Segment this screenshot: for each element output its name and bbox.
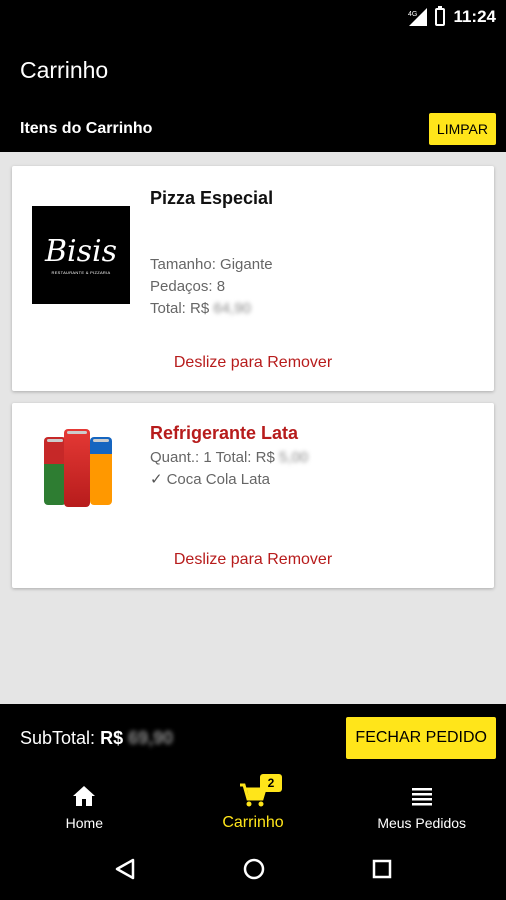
restaurant-logo: Bisis RESTAURANTE & PIZZARIA bbox=[32, 206, 130, 304]
subtotal-bar: SubTotal: R$ 69,90 FECHAR PEDIDO bbox=[0, 704, 506, 772]
battery-icon bbox=[435, 6, 446, 26]
bottom-nav: Home 2 Carrinho Meus Pedidos bbox=[0, 772, 506, 842]
item-qty-total: Quant.: 1 Total: R$ 5,00 bbox=[150, 447, 308, 469]
cart-item-card[interactable]: Refrigerante Lata Quant.: 1 Total: R$ 5,… bbox=[12, 403, 494, 588]
item-title: Refrigerante Lata bbox=[150, 423, 299, 443]
section-title: Itens do Carrinho bbox=[20, 120, 153, 137]
nav-item-cart[interactable]: 2 Carrinho bbox=[169, 772, 338, 842]
home-circle-icon[interactable] bbox=[242, 857, 266, 886]
page-title: Carrinho bbox=[20, 56, 109, 83]
item-details: Tamanho: Gigante Pedaços: 8 Total: R$ 64… bbox=[150, 254, 273, 320]
soda-can bbox=[64, 429, 90, 507]
subtotal-value: 69,90 bbox=[128, 727, 174, 748]
item-option: ✓ Coca Cola Lata bbox=[150, 469, 308, 491]
swipe-to-remove-hint: Deslize para Remover bbox=[173, 551, 333, 568]
soda-can bbox=[44, 437, 66, 505]
cart-list: Bisis RESTAURANTE & PIZZARIA Pizza Espec… bbox=[0, 152, 506, 704]
soda-cans-image bbox=[42, 429, 122, 511]
item-total-value: 64,90 bbox=[213, 300, 251, 317]
clear-cart-button[interactable]: LIMPAR bbox=[428, 113, 496, 145]
list-icon bbox=[411, 783, 433, 809]
subtotal-currency: R$ bbox=[100, 727, 124, 748]
item-total: Total: R$ 64,90 bbox=[150, 298, 273, 320]
item-option-label: Coca Cola Lata bbox=[166, 471, 270, 488]
item-details: Quant.: 1 Total: R$ 5,00 ✓ Coca Cola Lata bbox=[150, 447, 308, 491]
swipe-to-remove-hint: Deslize para Remover bbox=[173, 354, 333, 371]
soda-can bbox=[90, 437, 112, 505]
nav-label: Meus Pedidos bbox=[377, 815, 467, 831]
item-slices: Pedaços: 8 bbox=[150, 278, 226, 295]
nav-item-orders[interactable]: Meus Pedidos bbox=[337, 772, 506, 842]
check-icon: ✓ bbox=[150, 471, 163, 488]
home-icon bbox=[71, 783, 97, 809]
cart-icon: 2 bbox=[238, 774, 282, 808]
nav-label: Home bbox=[65, 815, 104, 831]
nav-item-home[interactable]: Home bbox=[0, 772, 169, 842]
nav-label: Carrinho bbox=[222, 814, 284, 831]
signal-icon: 4G bbox=[407, 8, 428, 26]
subtotal-label: SubTotal: bbox=[20, 727, 96, 748]
cart-item-card[interactable]: Bisis RESTAURANTE & PIZZARIA Pizza Espec… bbox=[12, 166, 494, 391]
svg-text:4G: 4G bbox=[408, 11, 417, 18]
item-total-value: 5,00 bbox=[278, 449, 309, 466]
checkout-button[interactable]: FECHAR PEDIDO bbox=[346, 717, 496, 759]
back-icon[interactable] bbox=[113, 857, 137, 886]
item-qty-total-label: Quant.: 1 Total: R$ bbox=[150, 449, 275, 466]
subtotal-text: SubTotal: R$ 69,90 bbox=[20, 728, 173, 749]
item-title: Pizza Especial bbox=[150, 188, 274, 208]
cart-count-badge: 2 bbox=[260, 774, 282, 792]
status-bar: 4G 11:24 bbox=[0, 0, 506, 34]
logo-subtext: RESTAURANTE & PIZZARIA bbox=[51, 269, 111, 275]
cart-header: Itens do Carrinho LIMPAR bbox=[0, 106, 506, 152]
app-bar: Carrinho bbox=[0, 34, 506, 106]
status-time: 11:24 bbox=[453, 7, 496, 26]
system-nav-bar bbox=[0, 842, 506, 900]
logo-text: Bisis bbox=[44, 233, 118, 269]
recents-icon[interactable] bbox=[371, 858, 393, 885]
item-size: Tamanho: Gigante bbox=[150, 256, 273, 273]
item-total-label: Total: R$ bbox=[150, 300, 210, 317]
